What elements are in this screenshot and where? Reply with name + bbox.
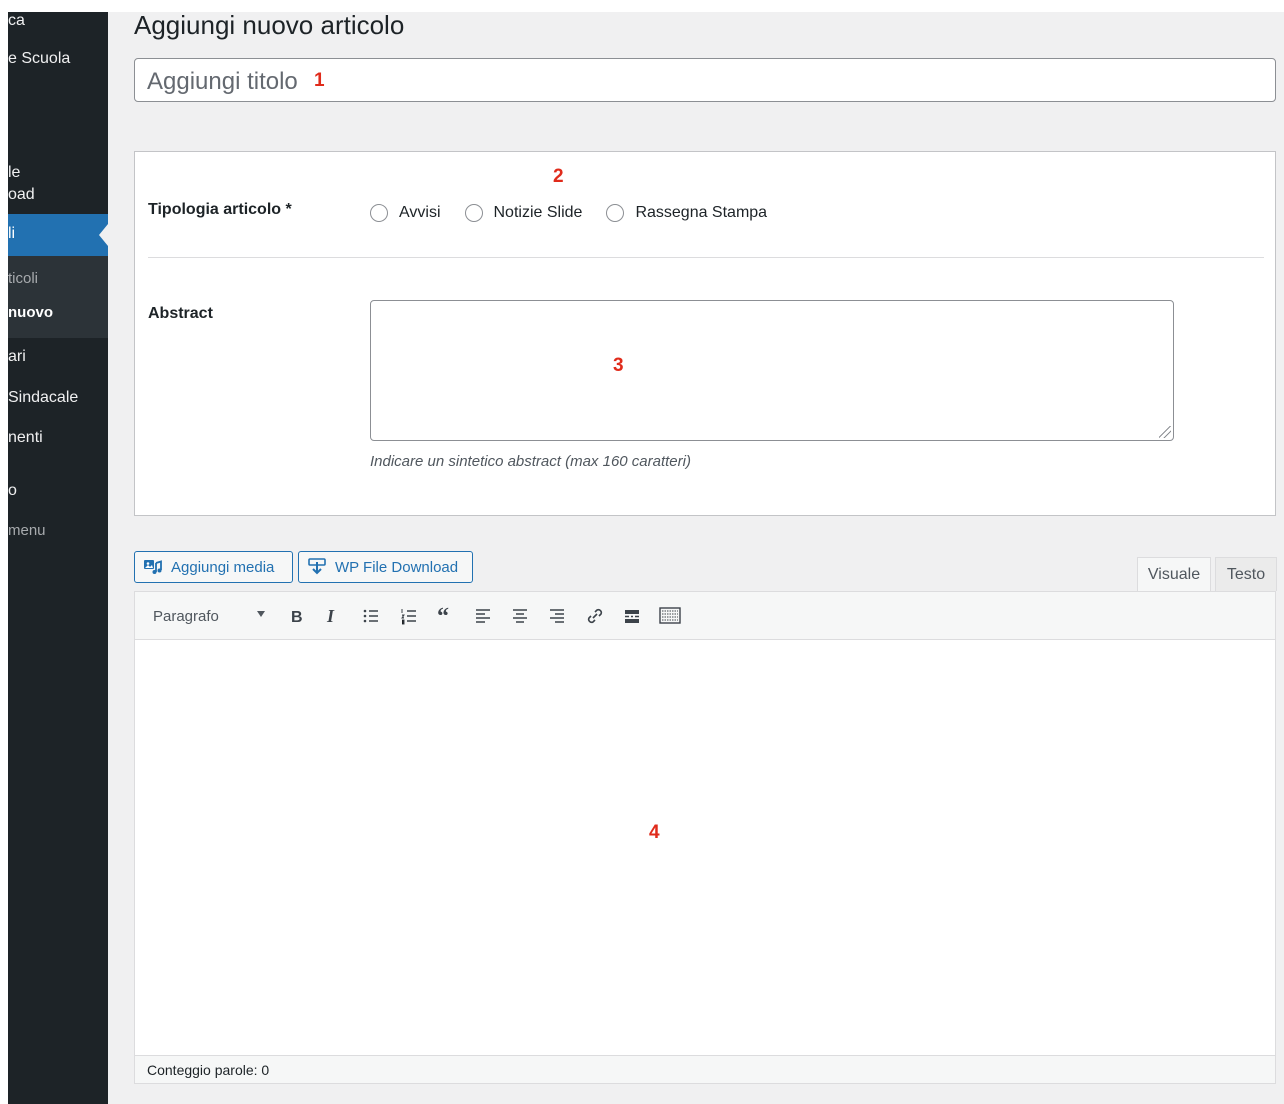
numbered-list-button[interactable] [397,604,421,628]
align-right-button[interactable] [545,604,569,628]
file-download-icon [307,557,327,577]
wp-file-download-button[interactable]: WP File Download [298,551,473,583]
align-center-icon [513,609,527,623]
read-more-icon [625,610,639,623]
insert-link-button[interactable] [583,604,607,628]
article-meta-box: Tipologia articolo * Avvisi Notizie Slid… [134,151,1276,516]
radio-avvisi-label: Avvisi [399,204,441,221]
format-select-value: Paragrafo [153,607,219,625]
sidebar-item-file-line1[interactable]: le [8,164,20,182]
sidebar-item-extra[interactable]: o [8,482,17,500]
annotation-marker-2: 2 [553,166,564,187]
post-title-placeholder: Aggiungi titolo [147,68,298,95]
radio-avvisi-circle[interactable] [370,204,388,222]
align-right-icon [550,609,564,623]
sidebar-submenu: ticoli nuovo [8,256,108,338]
bullet-list-icon [363,609,378,623]
add-media-icon [143,557,163,577]
link-icon [587,608,603,624]
annotation-marker-1: 1 [314,70,325,91]
radio-notizie-slide-label: Notizie Slide [493,204,583,221]
editor-content-area[interactable] [135,640,1275,1054]
radio-rassegna-stampa[interactable]: Rassegna Stampa [606,204,767,222]
svg-text:“: “ [437,606,449,626]
abstract-textarea[interactable] [370,300,1174,441]
italic-button[interactable]: I [320,604,344,628]
abstract-label: Abstract [148,305,213,322]
active-menu-arrow [99,224,108,246]
radio-notizie-slide-circle[interactable] [464,204,483,222]
annotation-marker-3: 3 [613,355,624,376]
bold-button[interactable]: B [284,604,308,628]
format-select[interactable]: Paragrafo [143,601,273,631]
sidebar-item-articoli-label: li [8,225,16,242]
italic-icon: I [326,606,335,626]
svg-text:B: B [291,609,303,626]
sidebar-item-calendari[interactable]: ari [8,348,26,366]
content-editor: Paragrafo B I “ Conteggio parole: 0 [134,591,1276,1084]
align-center-button[interactable] [508,604,532,628]
blockquote-button[interactable]: “ [434,604,458,628]
align-left-button[interactable] [471,604,495,628]
sidebar-item-scuola[interactable]: e Scuola [8,50,70,68]
sidebar-item-file-download[interactable]: oad [8,186,35,204]
post-title-input[interactable]: Aggiungi titolo [134,58,1276,102]
sidebar-item-sindacale[interactable]: Sindacale [8,389,78,407]
admin-sidebar: ca e Scuola le oad li ticoli nuovo ari S… [8,12,108,1104]
add-media-button[interactable]: Aggiungi media [134,551,293,583]
svg-text:I: I [326,606,335,626]
editor-toolbar: Paragrafo B I “ [135,592,1275,640]
radio-notizie-slide[interactable]: Notizie Slide [464,204,583,222]
chevron-down-icon [257,611,265,617]
submenu-tutti-articoli[interactable]: ticoli [8,270,38,287]
resize-grip-icon[interactable] [1159,426,1171,438]
radio-avvisi[interactable]: Avvisi [370,204,441,222]
toolbar-toggle-button[interactable] [658,604,682,628]
keyboard-icon [659,607,681,624]
submenu-aggiungi-nuovo[interactable]: nuovo [8,304,53,321]
align-left-icon [476,609,490,623]
blockquote-icon: “ [437,606,449,626]
page-title: Aggiungi nuovo articolo [134,10,405,40]
word-count-text: Conteggio parole: 0 [147,1061,270,1078]
wp-file-download-label: WP File Download [335,558,459,576]
bold-icon: B [291,609,303,626]
tipologia-label: Tipologia articolo * [148,201,292,218]
sidebar-item-commenti[interactable]: nenti [8,429,43,447]
radio-rassegna-stampa-circle[interactable] [606,204,625,222]
numbered-list-icon [401,609,416,625]
radio-rassegna-stampa-label: Rassegna Stampa [635,204,768,221]
tab-testo[interactable]: Testo [1215,557,1277,591]
abstract-help-text: Indicare un sintetico abstract (max 160 … [370,453,691,470]
annotation-marker-4: 4 [649,822,660,843]
tipologia-radio-group: Avvisi Notizie Slide Rassegna Stampa [370,202,791,224]
sidebar-item-articoli[interactable]: li [8,214,108,256]
bullet-list-button[interactable] [359,604,383,628]
left-strip [0,0,8,1104]
tab-visuale[interactable]: Visuale [1137,557,1211,591]
read-more-button[interactable] [620,604,644,628]
sidebar-collapse-menu[interactable]: menu [8,522,46,539]
sidebar-item-ricerca[interactable]: ca [8,12,25,30]
meta-separator [148,257,1264,258]
add-media-label: Aggiungi media [171,558,275,576]
word-count-bar: Conteggio parole: 0 [135,1055,1275,1083]
